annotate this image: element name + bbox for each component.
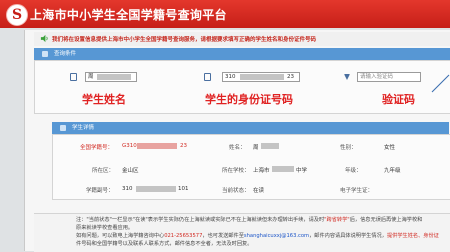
grade-label: 年级： (345, 168, 362, 174)
footer-line-3: 如有问题，可以致电上海学籍咨询中心021-25653577，也可发送邮件至sha… (76, 233, 439, 239)
national-id-suffix: 23 (180, 143, 187, 149)
name-label: 姓名： (229, 145, 246, 151)
name-value: 周 (253, 145, 259, 151)
annotation-arrow (431, 74, 450, 93)
user-icon (70, 73, 77, 81)
id-card-icon (204, 73, 211, 81)
national-id-redaction (137, 143, 177, 149)
local-id-label: 学籍副号： (86, 188, 114, 194)
footer-email-link[interactable]: shanghaicuxxj@163.com (244, 233, 309, 239)
gender-label: 性别： (340, 145, 357, 151)
detail-section-header: 学生详情 (52, 122, 449, 134)
annotation-captcha: 验证码 (382, 93, 415, 106)
school-label: 所在学校： (222, 168, 250, 174)
local-id-suffix: 101 (178, 186, 189, 192)
district-value: 金山区 (122, 168, 139, 174)
district-label: 所在区： (92, 168, 115, 174)
name-value-redaction (261, 143, 279, 149)
footer-line-4: 件号码和全国学籍号以及联系人联系方式，邮件信息不全者，无法及时回复。 (76, 241, 253, 247)
school-redaction (272, 166, 294, 172)
section-icon (60, 125, 66, 131)
footer-line-2: 原来就读学校查看应用。 (76, 225, 134, 231)
annotation-name: 学生姓名 (82, 93, 126, 106)
annotation-id: 学生的身份证号码 (205, 93, 293, 106)
speaker-icon (40, 34, 48, 43)
footer-line-1: 注："当前状态"一栏显示"在读"表示学生实际仍在上海就读或实际已不在上海就读但未… (76, 217, 423, 223)
email-label: 电子学生证： (340, 188, 374, 194)
school-prefix: 上海市 (253, 168, 270, 174)
query-section-header: 查询条件 (34, 48, 450, 60)
id-redaction (240, 74, 284, 80)
captcha-input[interactable]: 请输入验证码 (357, 72, 421, 82)
national-id-prefix: G310 (122, 143, 137, 149)
school-suffix: 中学 (296, 168, 308, 174)
site-logo: S (6, 4, 28, 26)
status-value: 在读 (253, 188, 265, 194)
status-label: 当前状态： (222, 188, 250, 194)
site-title: 上海市中小学生全国学籍号查询平台 (30, 8, 227, 22)
notice-text: 我们将在设置信息提供上海市中小学生全国学籍号查询服务，请根据要求填写正确的学生姓… (52, 37, 317, 43)
captcha-icon (344, 74, 350, 80)
name-redaction (97, 74, 131, 80)
header-banner: S 上海市中小学生全国学籍号查询平台 (0, 0, 450, 28)
local-id-prefix: 310 (122, 186, 133, 192)
local-id-redaction (136, 186, 176, 192)
national-id-label: 全国学籍号： (80, 145, 114, 151)
gender-value: 女性 (384, 145, 396, 151)
section-icon (42, 51, 48, 57)
grade-value: 九年级 (384, 168, 401, 174)
